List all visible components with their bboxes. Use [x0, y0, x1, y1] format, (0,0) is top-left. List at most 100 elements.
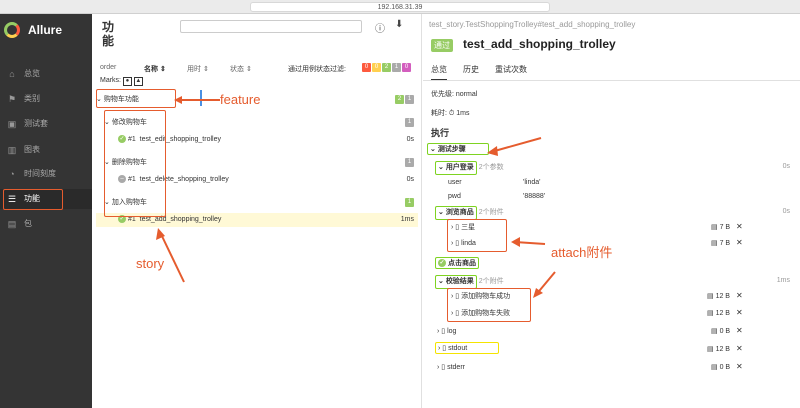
file-icon: ▯	[441, 364, 446, 371]
step-duration: 0s	[782, 163, 790, 170]
feature-highlight	[96, 89, 176, 108]
expand-icon[interactable]: ✕	[736, 291, 743, 300]
clock-icon: ◔	[9, 169, 15, 179]
attachment-size: ▤ 12 B	[707, 293, 730, 300]
duration: 耗时: ⏱ 1ms	[431, 110, 470, 117]
attachment-size: ▤ 12 B	[707, 310, 730, 317]
step-name: 校验结果	[445, 278, 474, 285]
param-value: 'linda'	[523, 179, 541, 186]
file-size-icon: ▤	[707, 293, 714, 300]
sidebar-item-label: 总览	[24, 69, 40, 78]
expand-icon[interactable]: ✕	[736, 308, 743, 317]
attachment-highlight	[447, 219, 507, 252]
marks-label: Marks:	[100, 77, 121, 84]
param-key: user	[448, 179, 462, 186]
col-status[interactable]: 状态 ⇕	[230, 64, 252, 74]
tab-retries[interactable]: 重试次数	[495, 64, 527, 81]
step-click-product[interactable]: ✓ 点击商品	[435, 257, 479, 269]
tab-overview[interactable]: 总览	[431, 64, 447, 81]
detail-tabs: 总览 历史 重试次数	[431, 64, 527, 81]
file-size: ▤ 0 B	[711, 328, 731, 335]
test-steps-header[interactable]: ⌄ 测试步骤	[427, 143, 489, 155]
step-name: 浏览商品	[445, 209, 474, 216]
page-title: 功能	[102, 20, 115, 48]
param-key: pwd	[448, 193, 461, 200]
expand-icon[interactable]: ✕	[736, 222, 743, 231]
breadcrumb: test_story.TestShoppingTrolley#test_add_…	[429, 20, 636, 29]
sidebar-item-label: 包	[24, 219, 32, 228]
filter-input[interactable]	[180, 20, 362, 33]
step-name: 点击商品	[447, 260, 476, 267]
tab-history[interactable]: 历史	[463, 64, 479, 81]
file-size-icon: ▤	[707, 346, 714, 353]
file-size-icon: ▤	[711, 364, 718, 371]
test-duration: 1ms	[400, 216, 414, 223]
test-name: test_add_shopping_trolley	[139, 216, 222, 223]
download-icon[interactable]: ⬇	[395, 19, 403, 30]
param-value: '88888'	[523, 193, 546, 200]
sidebar-item-categories[interactable]: ⚑ 类别	[0, 89, 92, 109]
test-index: #1	[127, 216, 136, 223]
home-icon: ⌂	[9, 69, 15, 79]
status-filters: 00210	[361, 63, 411, 72]
sidebar-item-label: 图表	[24, 145, 40, 154]
col-order[interactable]: order	[100, 64, 116, 71]
attach-arrow-2	[533, 271, 556, 298]
expand-icon[interactable]: ✕	[736, 362, 743, 371]
browser-toolbar: 192.168.31.39	[0, 0, 800, 14]
sidebar-item-label: 类别	[24, 94, 40, 103]
tree-pane: 功能 ⓘ ⬇ order 名称 ⇕ 用时 ⇕ 状态 ⇕ 通过用例状态过滤: 00…	[92, 14, 422, 408]
expand-icon[interactable]: ✕	[736, 238, 743, 247]
divider	[423, 80, 800, 81]
file-icon: ▯	[441, 328, 446, 335]
sidebar-item-packages[interactable]: ▤ 包	[0, 214, 92, 234]
brand-name: Allure	[28, 23, 63, 37]
file-size-icon: ▤	[711, 240, 718, 247]
step-duration: 0s	[782, 208, 790, 215]
execution-heading: 执行	[431, 128, 450, 138]
status-filter-unknown[interactable]: 0	[402, 63, 411, 72]
attach-arrow	[511, 237, 546, 247]
col-duration[interactable]: 用时 ⇕	[187, 64, 209, 74]
file-row-log[interactable]: › ▯ log	[437, 326, 456, 338]
step-meta: 2个附件	[478, 278, 504, 285]
step-browse[interactable]: ⌄ 浏览商品 2个附件 0s	[435, 206, 790, 220]
step-verify[interactable]: ⌄ 校验结果 2个附件 1ms	[435, 275, 790, 289]
feature-annotation: feature	[220, 92, 261, 107]
status-filter-skipped[interactable]: 1	[392, 63, 401, 72]
expand-icon[interactable]: ✕	[736, 344, 743, 353]
story-highlight	[104, 110, 166, 217]
status-filter-passed[interactable]: 2	[382, 63, 391, 72]
test-duration: 0s	[406, 176, 414, 183]
file-size: ▤ 12 B	[707, 346, 730, 353]
marks-row: Marks: ● ▲	[100, 77, 143, 86]
steps-arrow	[487, 137, 542, 156]
sidebar-item-overview[interactable]: ⌂ 总览	[0, 64, 92, 84]
bar-chart-icon: ▥	[7, 145, 17, 155]
status-filter-broken[interactable]: 0	[372, 63, 381, 72]
file-size-icon: ▤	[711, 224, 718, 231]
sidebar-item-label: 测试套	[24, 119, 48, 128]
expand-icon[interactable]: ✕	[736, 326, 743, 335]
passed-count: 2	[395, 95, 404, 104]
info-icon[interactable]: ⓘ	[375, 20, 385, 35]
highlight-box	[3, 189, 63, 210]
briefcase-icon: ▣	[7, 119, 17, 129]
sidebar-item-graphs[interactable]: ▥ 图表	[0, 140, 92, 160]
file-row-stderr[interactable]: › ▯ stderr	[437, 362, 465, 374]
sidebar-item-timeline[interactable]: ◔ 时间刻度	[0, 164, 92, 184]
col-name[interactable]: 名称 ⇕	[144, 64, 166, 74]
test-duration: 0s	[406, 136, 414, 143]
url-bar[interactable]: 192.168.31.39	[250, 2, 550, 12]
step-meta: 2个参数	[478, 164, 504, 171]
file-row-stdout[interactable]: › ▯ stdout	[435, 342, 499, 354]
sidebar-item-suites[interactable]: ▣ 测试套	[0, 114, 92, 134]
sidebar-item-label: 时间刻度	[24, 169, 56, 178]
file-icon: ▯	[442, 345, 447, 352]
file-size-icon: ▤	[711, 328, 718, 335]
flaky-mark-icon[interactable]: ●	[122, 77, 132, 86]
check-circle-icon: ✓	[438, 259, 446, 268]
new-failed-mark-icon[interactable]: ▲	[133, 77, 143, 86]
step-duration: 1ms	[776, 277, 790, 284]
status-filter-failed[interactable]: 0	[362, 63, 371, 72]
